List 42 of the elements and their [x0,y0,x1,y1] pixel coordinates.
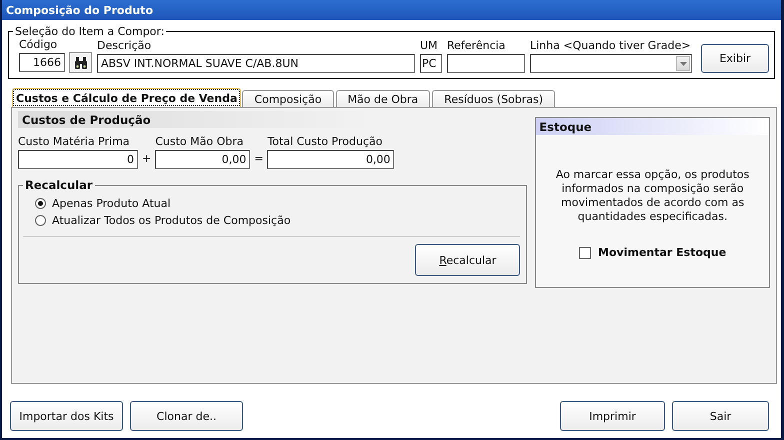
show-button[interactable]: Exibir [701,44,769,73]
group-legend: Recalcular [23,178,95,192]
section-title: Custos de Produção [22,112,151,126]
footer-button[interactable]: Sair [672,401,769,431]
input-field[interactable]: 1666 [19,53,65,72]
section-title: Estoque [539,120,592,134]
group-legend: Seleção do Item a Compor: [13,25,166,38]
input-field[interactable]: 0,00 [155,150,250,169]
search-button[interactable] [69,52,92,73]
recalculate-button[interactable]: Recalcular [415,244,520,276]
line-dropdown[interactable] [530,54,692,73]
input-field[interactable] [447,54,525,73]
window-title: Composição do Produto [6,4,153,16]
operator-sign: = [253,152,264,167]
tab[interactable]: Resíduos (Sobras) [432,90,556,107]
radio-option[interactable]: Atualizar Todos os Produtos de Composição [35,214,520,227]
footer-button[interactable]: Clonar de.. [130,401,243,431]
checkbox-icon[interactable] [579,246,592,258]
tab[interactable]: Custos e Cálculo de Preço de Venda [12,88,242,107]
field-label: Custo Mão Obra [155,135,245,148]
radio-button-icon[interactable] [35,215,46,226]
tab[interactable]: Composição [242,90,334,107]
field-label: UM [420,39,439,52]
field-label: Linha <Quando tiver Grade> [530,39,692,52]
input-field[interactable]: ABSV INT.NORMAL SUAVE C/AB.8UN [97,54,415,73]
input-field[interactable]: PC [420,54,442,73]
radio-button-icon[interactable] [35,198,46,209]
field-label: Total Custo Produção [267,135,384,148]
input-field[interactable]: 0 [18,150,138,169]
binoculars-icon [74,56,88,68]
footer-button[interactable]: Importar dos Kits [10,401,123,431]
field-label: Custo Matéria Prima [18,135,131,148]
field-label: Descrição [97,39,152,52]
operator-sign: + [141,152,152,167]
footer-button[interactable]: Imprimir [560,401,665,431]
tab[interactable]: Mão de Obra [336,90,430,107]
field-label: Referência [447,39,506,52]
input-field[interactable]: 0,00 [267,150,394,169]
stock-note: Ao marcar essa opção, os produtos informados na composição serão movimentados de acordo com as quantidades especificadas. [554,168,750,224]
stock-checkbox[interactable]: Movimentar Estoque [579,246,726,259]
radio-option[interactable]: Apenas Produto Atual [35,197,520,210]
field-label: Código [19,38,58,51]
